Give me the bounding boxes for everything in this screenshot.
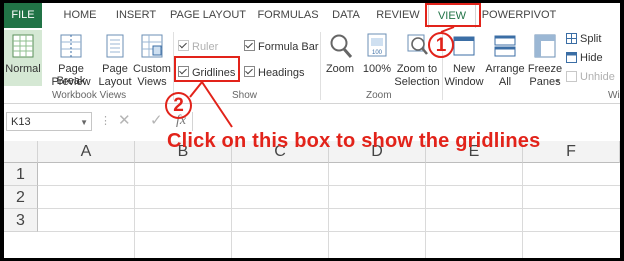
callout-pointer xyxy=(201,81,233,128)
screenshot-frame: FILE HOME INSERT PAGE LAYOUT FORMULAS DA… xyxy=(0,0,624,261)
excel-window: FILE HOME INSERT PAGE LAYOUT FORMULAS DA… xyxy=(4,3,620,258)
annotation-callout: Click on this box to show the gridlines xyxy=(167,130,541,152)
step-1-pointer xyxy=(440,26,455,33)
step-2-pointer xyxy=(189,81,203,98)
